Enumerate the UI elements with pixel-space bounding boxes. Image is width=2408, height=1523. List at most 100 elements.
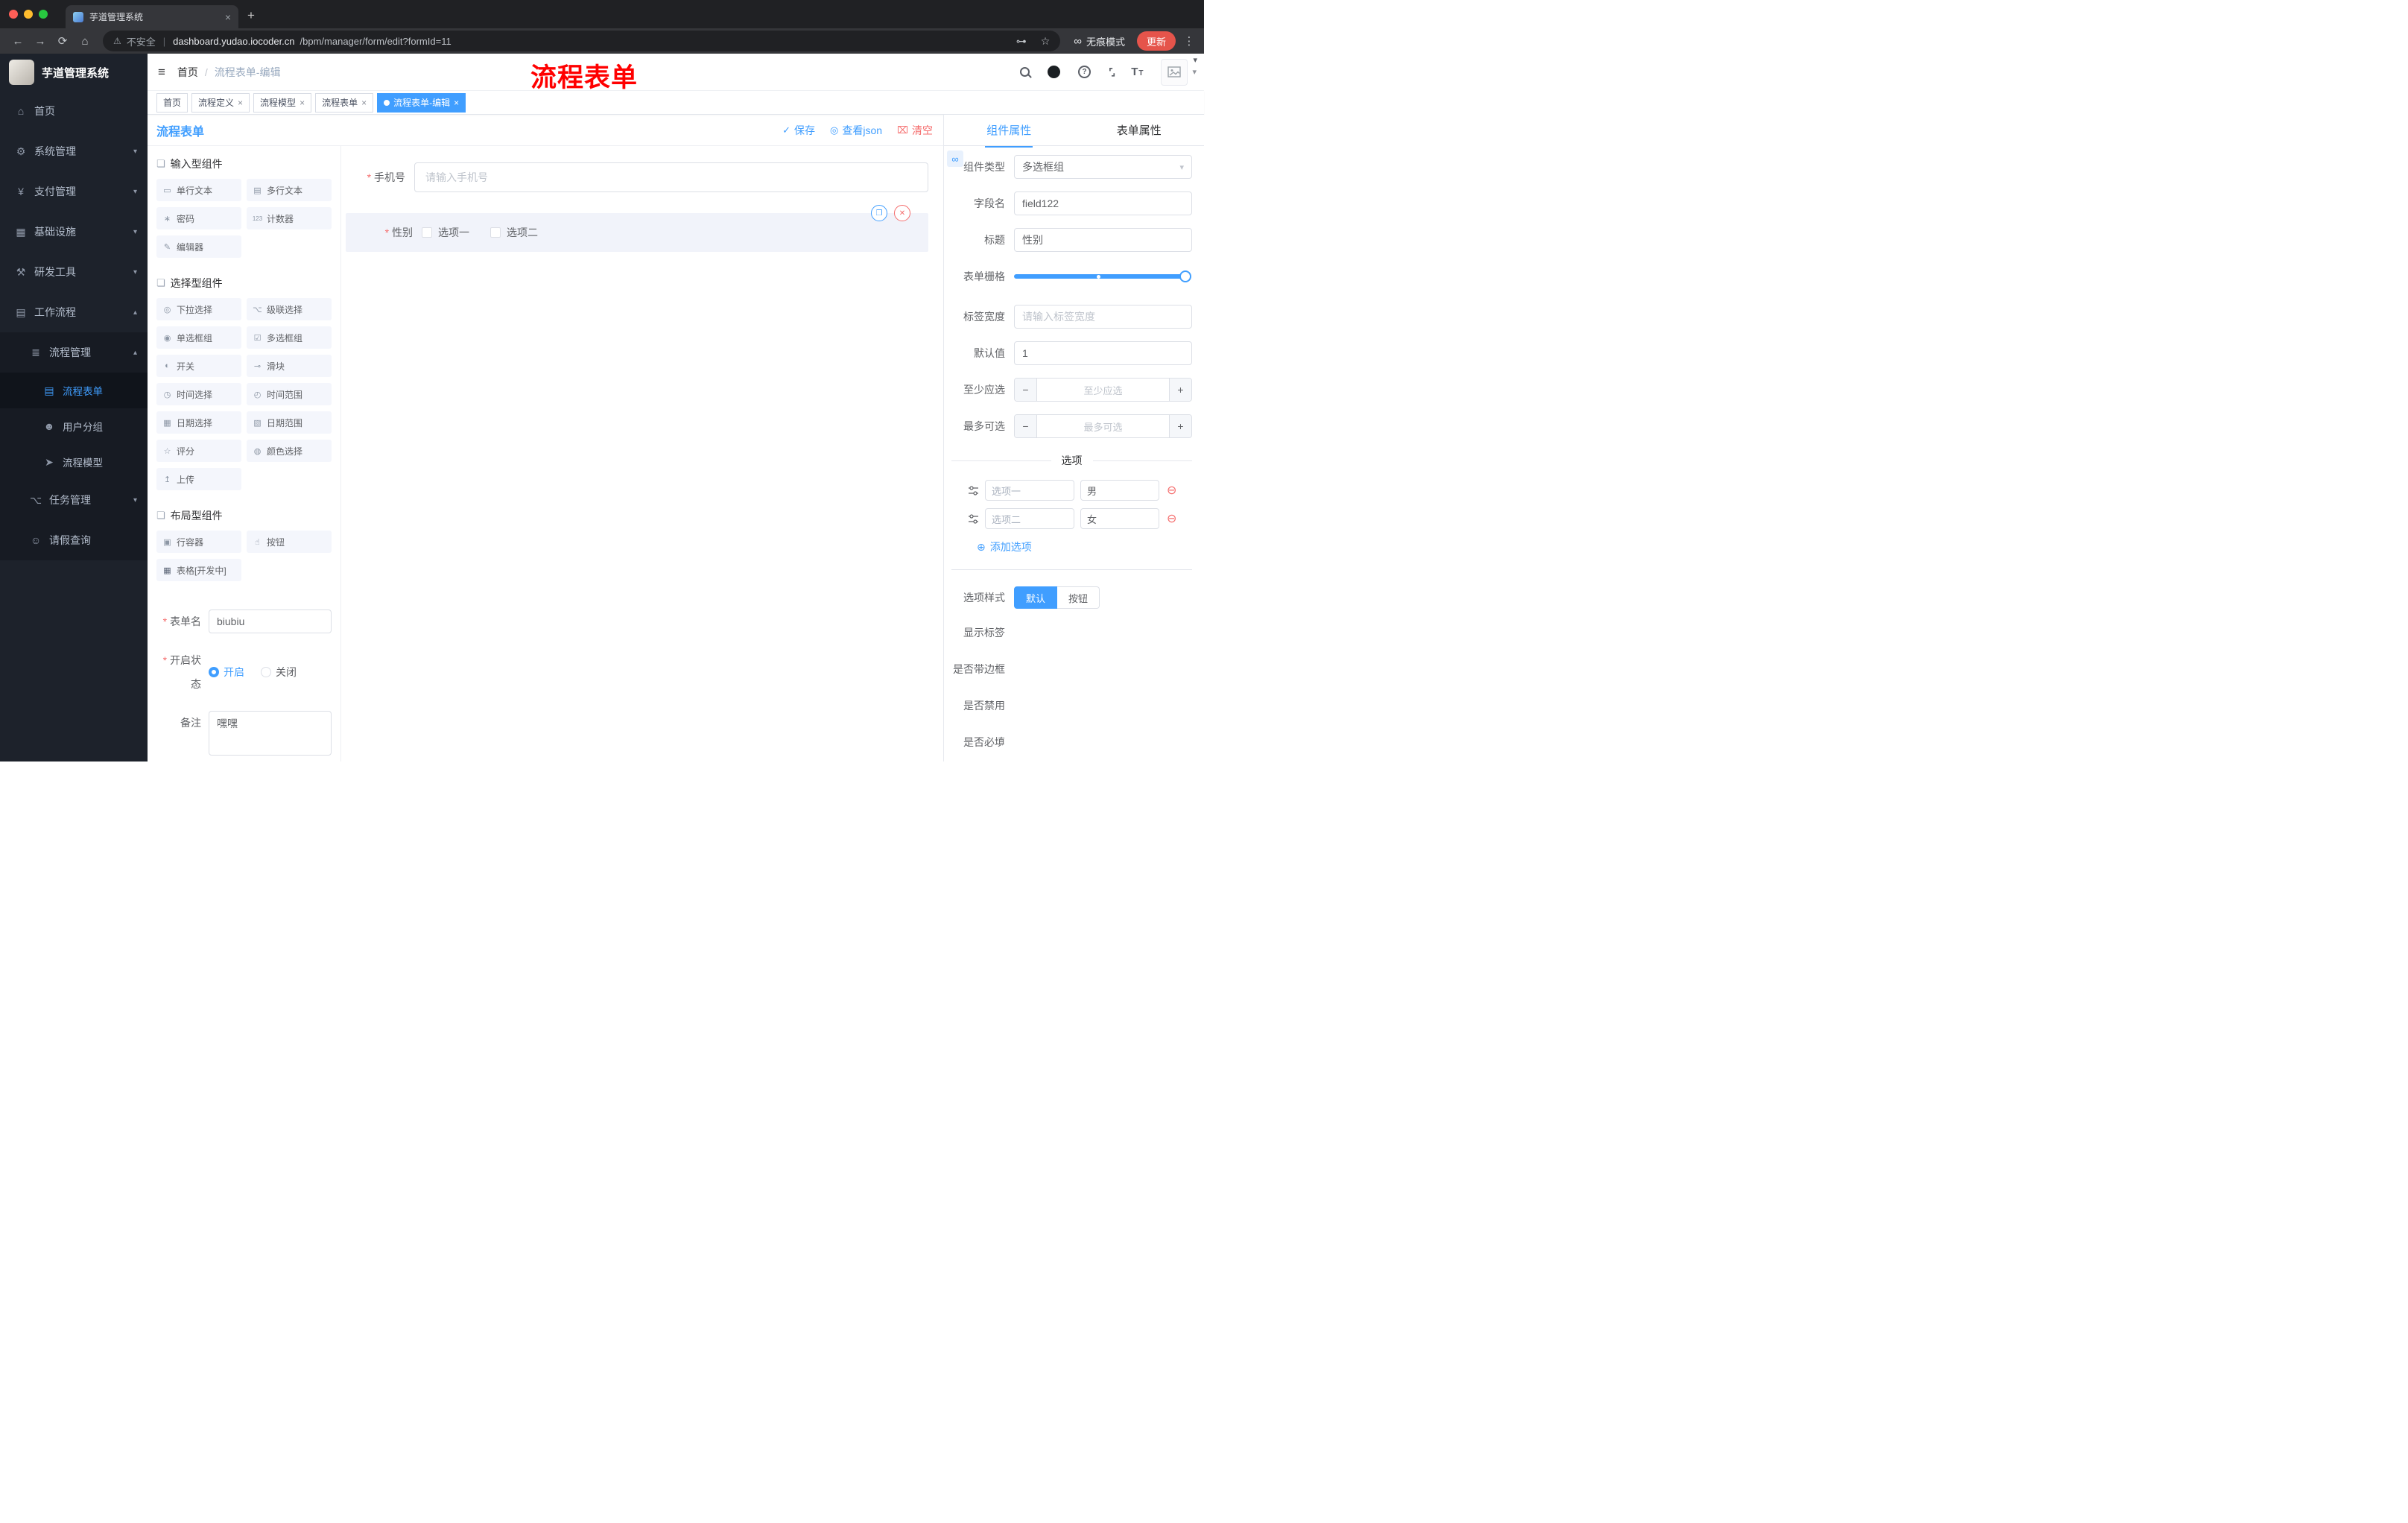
save-button[interactable]: ✓ 保存: [782, 123, 815, 138]
comp-date-picker[interactable]: ▦ 日期选择: [156, 411, 241, 434]
maximize-window-button[interactable]: [39, 10, 48, 19]
style-default-button[interactable]: 默认: [1014, 586, 1058, 609]
sidebar-item-devtools[interactable]: ⚒ 研发工具 ▾: [0, 252, 148, 292]
title-input[interactable]: [1014, 228, 1192, 252]
phone-input[interactable]: [414, 162, 928, 192]
gender-option-1[interactable]: 选项一: [422, 225, 469, 240]
new-tab-button[interactable]: +: [247, 8, 255, 23]
comp-cascader[interactable]: ⌥ 级联选择: [247, 298, 332, 320]
tag-close-icon[interactable]: ×: [238, 98, 243, 108]
password-key-icon[interactable]: ⊶: [1016, 35, 1027, 48]
fullscreen-icon[interactable]: ⌜⌟: [1109, 66, 1115, 78]
comp-upload[interactable]: ↥ 上传: [156, 468, 241, 490]
clear-button[interactable]: ⌧ 清空: [897, 123, 933, 138]
window-caret-icon[interactable]: ▾: [1193, 55, 1197, 65]
browser-menu-icon[interactable]: ⋮: [1182, 34, 1197, 48]
view-json-button[interactable]: ◎ 查看json: [830, 123, 882, 138]
drag-handle-icon[interactable]: [968, 485, 979, 496]
reload-button[interactable]: ⟳: [52, 34, 73, 48]
option-value-input[interactable]: [1080, 480, 1159, 501]
minimize-window-button[interactable]: [24, 10, 33, 19]
decrement-button[interactable]: −: [1015, 379, 1037, 401]
forward-button[interactable]: →: [30, 35, 51, 48]
option-value-input[interactable]: [1080, 508, 1159, 529]
remove-option-icon[interactable]: ⊖: [1167, 483, 1176, 498]
form-grid-slider[interactable]: [1014, 270, 1191, 282]
sidebar-item-task-management[interactable]: ⌥ 任务管理 ▾: [0, 480, 148, 520]
canvas-field-gender-selected[interactable]: ❐ ✕ 性别 选项一 选项二: [346, 205, 928, 252]
tag-process-model[interactable]: 流程模型 ×: [253, 92, 312, 113]
breadcrumb-home[interactable]: 首页: [177, 65, 198, 80]
field-name-input[interactable]: [1014, 191, 1192, 215]
gender-option-2[interactable]: 选项二: [490, 225, 538, 240]
comp-rate[interactable]: ☆ 评分: [156, 440, 241, 462]
option-name-input[interactable]: [985, 508, 1074, 529]
option-name-input[interactable]: [985, 480, 1074, 501]
sidebar-item-infrastructure[interactable]: ▦ 基础设施 ▾: [0, 212, 148, 252]
status-on-radio[interactable]: 开启: [209, 665, 244, 680]
address-bar[interactable]: ⚠ 不安全 | dashboard.yudao.iocoder.cn/bpm/m…: [103, 31, 1061, 51]
tag-close-icon[interactable]: ×: [454, 98, 459, 108]
copy-field-button[interactable]: ❐: [871, 205, 887, 221]
slider-handle[interactable]: [1179, 270, 1191, 282]
component-type-select[interactable]: 多选框组 ▾: [1014, 155, 1192, 179]
bookmark-star-icon[interactable]: ☆: [1041, 35, 1051, 48]
comp-radio-group[interactable]: ◉ 单选框组: [156, 326, 241, 349]
max-select-value[interactable]: 最多可选: [1037, 415, 1169, 437]
comp-table[interactable]: ▦ 表格[开发中]: [156, 559, 241, 581]
comp-time-picker[interactable]: ◷ 时间选择: [156, 383, 241, 405]
github-icon[interactable]: [1048, 66, 1060, 78]
default-value-input[interactable]: [1014, 341, 1192, 365]
remove-option-icon[interactable]: ⊖: [1167, 511, 1176, 526]
hamburger-icon[interactable]: ≡: [158, 65, 165, 80]
comp-counter[interactable]: 123 计数器: [247, 207, 332, 229]
help-icon[interactable]: ?: [1078, 66, 1091, 78]
comp-slider[interactable]: ⊸ 滑块: [247, 355, 332, 377]
comp-time-range[interactable]: ◴ 时间范围: [247, 383, 332, 405]
tag-process-form-edit[interactable]: 流程表单-编辑 ×: [377, 92, 466, 113]
comp-switch[interactable]: ◐ 开关: [156, 355, 241, 377]
comp-multiline-text[interactable]: ▤ 多行文本: [247, 179, 332, 201]
style-button-button[interactable]: 按钮: [1057, 586, 1100, 609]
sidebar-item-process-management[interactable]: ≣ 流程管理 ▴: [0, 332, 148, 373]
home-button[interactable]: ⌂: [75, 35, 95, 48]
tag-process-form[interactable]: 流程表单 ×: [315, 92, 374, 113]
not-secure-label[interactable]: 不安全: [127, 34, 156, 48]
comp-date-range[interactable]: ▧ 日期范围: [247, 411, 332, 434]
tag-process-definition[interactable]: 流程定义 ×: [191, 92, 250, 113]
min-select-value[interactable]: 至少应选: [1037, 379, 1169, 401]
tag-home[interactable]: 首页: [156, 92, 188, 113]
font-size-icon[interactable]: TT: [1131, 66, 1143, 78]
increment-button[interactable]: +: [1169, 415, 1191, 437]
form-name-input[interactable]: [209, 609, 332, 633]
search-icon[interactable]: [1020, 67, 1030, 77]
tab-component-props[interactable]: 组件属性: [944, 115, 1074, 148]
tab-form-props[interactable]: 表单属性: [1074, 115, 1205, 145]
canvas-field-phone[interactable]: 手机号: [346, 162, 928, 192]
tab-close-icon[interactable]: ×: [225, 12, 231, 22]
tag-close-icon[interactable]: ×: [361, 98, 367, 108]
sidebar-item-home[interactable]: ⌂ 首页: [0, 91, 148, 131]
comp-color-picker[interactable]: ◍ 颜色选择: [247, 440, 332, 462]
comp-checkbox-group[interactable]: ☑ 多选框组: [247, 326, 332, 349]
drag-handle-icon[interactable]: [968, 513, 979, 525]
link-icon[interactable]: ∞: [947, 151, 963, 167]
comp-password[interactable]: ∗ 密码: [156, 207, 241, 229]
sidebar-item-process-model[interactable]: ➤ 流程模型: [0, 444, 148, 480]
close-window-button[interactable]: [9, 10, 18, 19]
increment-button[interactable]: +: [1169, 379, 1191, 401]
sidebar-item-system[interactable]: ⚙ 系统管理 ▾: [0, 131, 148, 171]
form-remark-textarea[interactable]: 嘿嘿: [209, 711, 332, 756]
checkbox-icon[interactable]: [422, 227, 432, 238]
back-button[interactable]: ←: [7, 35, 28, 48]
label-width-input[interactable]: [1014, 305, 1192, 329]
sidebar-item-payment[interactable]: ¥ 支付管理 ▾: [0, 171, 148, 212]
comp-editor[interactable]: ✎ 编辑器: [156, 235, 241, 258]
sidebar-item-leave-query[interactable]: ☺ 请假查询: [0, 520, 148, 560]
user-menu[interactable]: ▾: [1161, 58, 1197, 86]
delete-field-button[interactable]: ✕: [894, 205, 910, 221]
sidebar-item-workflow[interactable]: ▤ 工作流程 ▴: [0, 292, 148, 332]
status-off-radio[interactable]: 关闭: [261, 665, 297, 680]
checkbox-icon[interactable]: [490, 227, 501, 238]
decrement-button[interactable]: −: [1015, 415, 1037, 437]
